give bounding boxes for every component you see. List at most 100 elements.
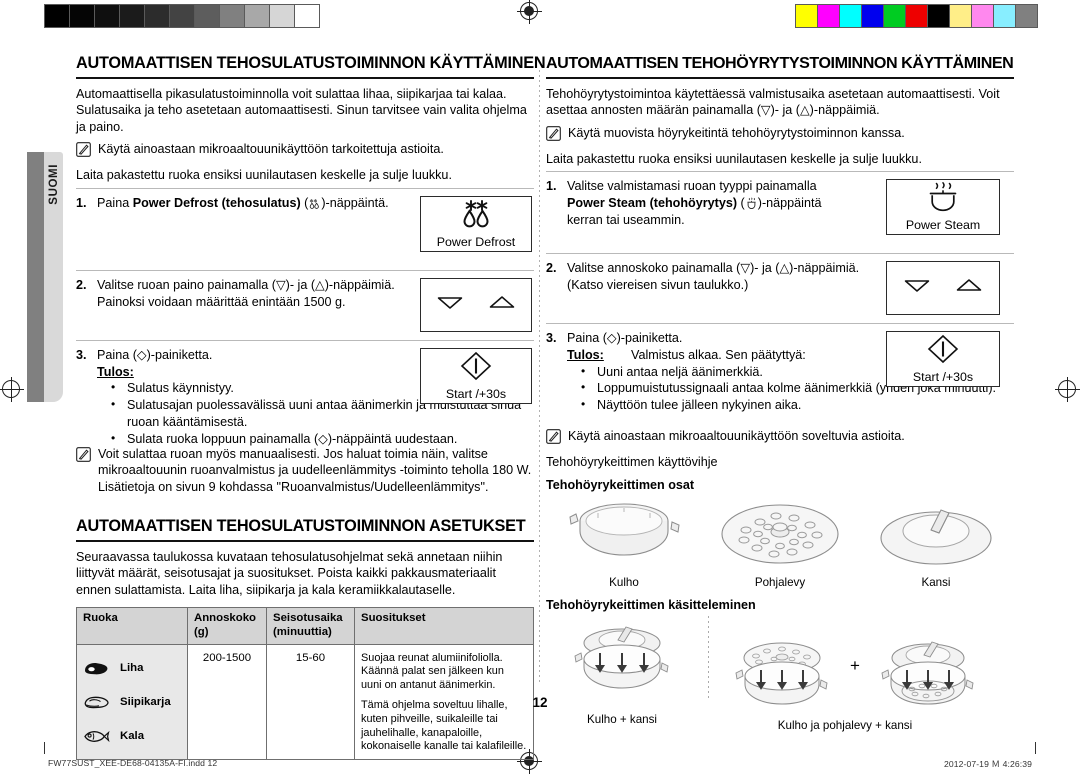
note-steamer: Käytä muovista höyrykeitintä tehohöyryty… — [546, 125, 1014, 146]
step-number: 3. — [76, 347, 87, 362]
chevron-up-icon[interactable] — [956, 279, 982, 297]
note-microwave-safe: Käytä ainoastaan mikroaaltouunikäyttöön … — [546, 428, 1014, 449]
color-swatch — [928, 5, 950, 27]
power-defrost-icon — [453, 199, 499, 234]
gray-step — [70, 5, 95, 27]
recommendation-1: Suojaa reunat alumiinifoliolla. Käännä p… — [361, 651, 504, 691]
food-label: Liha — [120, 661, 144, 674]
steam-step-3: 3. Paina (◇)-painiketta. Tulos: Valmistu… — [546, 323, 1014, 423]
table-header-standing-time: Seisotusaika (minuuttia) — [266, 607, 355, 645]
figure-caption: Kulho — [609, 576, 639, 589]
step-number: 2. — [546, 261, 557, 275]
note-manual-defrost-text: Voit sulattaa ruoan myös manuaalisesti. … — [98, 446, 532, 494]
crop-tick-right — [1035, 742, 1036, 754]
food-label: Kala — [120, 729, 145, 742]
color-swatch — [862, 5, 884, 27]
bowl-icon — [564, 503, 684, 574]
key-start-label: Start /+30s — [912, 370, 974, 384]
color-swatch — [840, 5, 862, 27]
crop-tick-left — [44, 742, 45, 754]
defrost-prestep: Laita pakastettu ruoka ensiksi uunilauta… — [76, 168, 452, 183]
defrost-settings-table: Ruoka Annoskoko (g) Seisotusaika (minuut… — [76, 607, 534, 760]
step-text-bold: Power Defrost (tehosulatus) — [132, 195, 301, 210]
color-swatch — [994, 5, 1016, 27]
plus-sign: + — [850, 656, 860, 675]
table-header-row: Ruoka Annoskoko (g) Seisotusaika (minuut… — [76, 607, 534, 645]
steamer-parts-figures: Kulho Pohjalevy Kansi — [546, 494, 1014, 589]
note-icon — [546, 125, 561, 146]
bowl-plate-lid-assembly-icon — [724, 642, 840, 725]
step-number: 1. — [546, 179, 557, 193]
defrost-steps: 1. Paina Power Defrost (tehosulatus) (✻✻… — [76, 187, 534, 446]
meat-icon — [81, 656, 111, 680]
key-start[interactable]: Start /+30s — [886, 331, 1000, 387]
language-tab-suomi: SUOMI — [27, 152, 63, 402]
key-power-steam[interactable]: Power Steam — [886, 179, 1000, 235]
steamer-parts-heading: Tehohöyrykeittimen osat — [546, 478, 695, 492]
defrost-intro: Automaattisella pikasulatustoiminnolla v… — [76, 86, 527, 134]
note-steamer-text: Käytä muovista höyrykeitintä tehohöyryty… — [568, 125, 905, 140]
chevron-up-icon[interactable] — [489, 295, 515, 314]
fish-icon — [81, 724, 111, 748]
page-title-defrost-settings: AUTOMAATTISEN TEHOSULATUSTOIMINNON ASETU… — [76, 517, 534, 542]
list-item: Näyttöön tulee jälleen nykyinen aika. — [567, 396, 1008, 414]
color-swatch — [796, 5, 818, 27]
key-up-down-arrows[interactable] — [420, 277, 532, 332]
steam-steps: 1. Valitse valmistamasi ruoan tyyppi pai… — [546, 171, 1014, 423]
figure-base-plate: Pohjalevy — [705, 494, 855, 589]
figure-bowl-plate-left — [719, 639, 845, 726]
gray-step — [220, 5, 245, 27]
step-number: 2. — [76, 277, 87, 292]
chevron-down-icon[interactable] — [904, 279, 930, 297]
key-power-defrost-label: Power Defrost — [436, 234, 516, 249]
bowl-plate-lid-assembly-icon — [870, 641, 986, 725]
food-item-meat: Liha — [81, 651, 181, 685]
gray-step — [45, 5, 70, 27]
list-item: Sulata ruoka loppuun painamalla (◇)-näpp… — [97, 430, 528, 448]
figure-lid: Kansi — [861, 494, 1011, 589]
gray-step — [195, 5, 220, 27]
gray-step — [120, 5, 145, 27]
key-power-steam-label: Power Steam — [905, 218, 981, 232]
chevron-down-icon[interactable] — [437, 296, 463, 314]
inline-defrost-glyph: (✻✻)-näppäintä. — [300, 195, 389, 210]
result-intro: Valmistus alkaa. Sen päätyttyä: — [631, 347, 806, 362]
table-header-recommendations: Suositukset — [354, 607, 534, 645]
gray-step — [270, 5, 295, 27]
food-item-fish: Kala — [81, 719, 181, 753]
color-swatch — [818, 5, 840, 27]
lid-icon — [875, 509, 997, 574]
power-steam-icon — [923, 182, 963, 217]
color-swatch — [950, 5, 972, 27]
base-plate-icon — [716, 504, 844, 574]
color-swatch — [972, 5, 994, 27]
defrost-settings-intro: Seuraavassa taulukossa kuvataan tehosula… — [76, 549, 503, 597]
color-swatch — [1016, 5, 1037, 27]
footer-timestamp: 2012-07-19 Ｍ 4:26:39 — [943, 759, 1032, 769]
note-dishes: Käytä ainoastaan mikroaaltouunikäyttöön … — [76, 141, 534, 162]
step-number: 3. — [546, 331, 557, 345]
registration-mark-left — [0, 377, 24, 402]
page-number: 12 — [532, 695, 548, 710]
footer-filename: FW77SUST_XEE-DE68-04135A-FI.indd 12 — [48, 758, 218, 768]
note-microwave-safe-text: Käytä ainoastaan mikroaaltouunikäyttöön … — [568, 429, 905, 443]
note-icon — [76, 142, 91, 162]
color-calibration-bar — [795, 4, 1038, 28]
figure-divider — [708, 616, 709, 700]
step-number: 1. — [76, 195, 87, 210]
left-column: AUTOMAATTISEN TEHOSULATUSTOIMINNON KÄYTT… — [76, 54, 546, 760]
table-header-food: Ruoka — [76, 607, 188, 645]
step1-line2-bold: Power Steam (tehohöyrytys) — [567, 195, 738, 210]
key-start[interactable]: Start /+30s — [420, 347, 532, 404]
key-up-down-arrows[interactable] — [886, 261, 1000, 315]
gray-step — [170, 5, 195, 27]
key-power-defrost[interactable]: Power Defrost — [420, 195, 532, 252]
figure-bowl-lid: Kulho + kansi — [546, 625, 698, 726]
language-tab-label: SUOMI — [47, 164, 60, 205]
figure-caption: Kansi — [921, 576, 951, 589]
registration-mark-top — [517, 0, 542, 24]
note-icon — [76, 446, 91, 467]
steam-step-1: 1. Valitse valmistamasi ruoan tyyppi pai… — [546, 171, 1014, 253]
figure-bowl-plate-right — [865, 639, 991, 726]
gray-step — [95, 5, 120, 27]
